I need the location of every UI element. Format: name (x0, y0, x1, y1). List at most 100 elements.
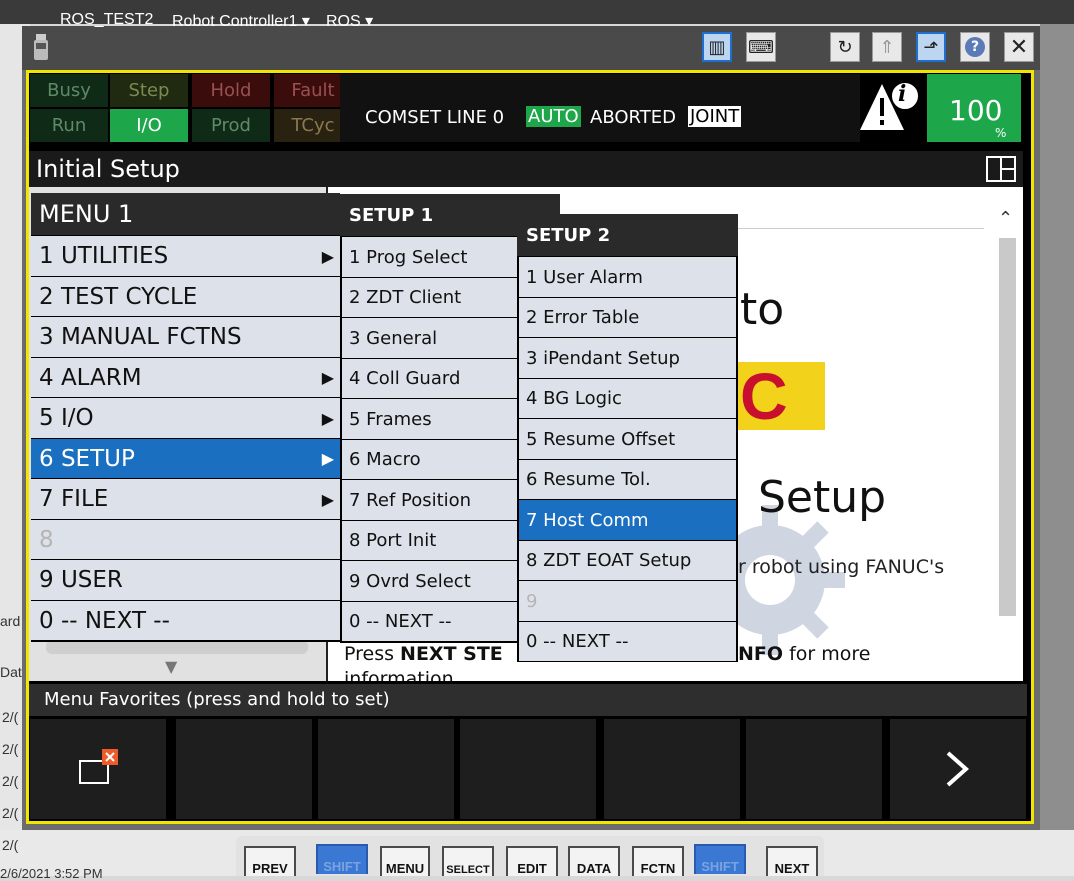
submenu-arrow-icon: ▶ (321, 246, 334, 266)
menu-item-file[interactable]: 7 FILE ▶ (31, 478, 340, 519)
setup2-item-host-comm[interactable]: 7 Host Comm (519, 499, 736, 540)
left-pane-scroll-track[interactable] (46, 640, 308, 654)
robot-description-text: r robot using FANUC's (738, 556, 945, 578)
info-glyph: i (898, 81, 907, 107)
menu-1: MENU 1 1 UTILITIES ▶ 2 TEST CYCLE 3 MANUA… (31, 193, 340, 642)
menu-item-io[interactable]: 5 I/O ▶ (31, 397, 340, 438)
menu-key[interactable]: MENU (380, 846, 430, 876)
data-key[interactable]: DATA (568, 846, 620, 876)
desktop-edge-text: 2/( (2, 837, 19, 853)
shift-key-left[interactable]: SHIFT (316, 844, 368, 874)
desktop-edge-text: 2/( (2, 741, 19, 757)
favorite-slot-1[interactable] (30, 719, 166, 819)
press-next-bold: NEXT STE (400, 643, 503, 665)
setup2-item-resume-tol[interactable]: 6 Resume Tol. (519, 459, 736, 499)
keyboard-button[interactable]: ⌨ (746, 32, 776, 62)
setup2-item-next[interactable]: 0 -- NEXT -- (519, 621, 736, 661)
fanuc-logo-letter: C (740, 359, 788, 433)
pendant-view-button[interactable]: ▥ (702, 32, 732, 62)
scroll-down-icon[interactable]: ▼ (165, 657, 177, 676)
chevron-down-icon: ▾ (360, 13, 374, 30)
warning-info-icon[interactable]: i (858, 78, 922, 136)
menu-item-label: 3 MANUAL FCTNS (39, 324, 242, 350)
scroll-up-icon[interactable]: ⌃ (998, 208, 1013, 229)
menu-item-label: 7 FILE (39, 486, 109, 512)
setup2-item-9: 9 (519, 580, 736, 621)
submenu-arrow-icon: ▶ (321, 449, 334, 468)
setup-2-menu: SETUP 2 1 User Alarm 2 Error Table 3 iPe… (517, 214, 738, 662)
menu-item-label: 8 (39, 526, 54, 553)
menu-item-label: 1 UTILITIES (39, 243, 169, 269)
favorite-slot-4[interactable] (460, 719, 596, 819)
comset-line-text: COMSET LINE 0 (365, 107, 505, 128)
press-next-prefix: Press (344, 643, 401, 665)
menu-item-label: 9 USER (39, 567, 123, 593)
info-suffix: for more (783, 643, 871, 665)
menu-item-label: 2 TEST CYCLE (39, 283, 198, 310)
welcome-to-text: to (740, 284, 785, 335)
prev-key[interactable]: PREV (244, 846, 296, 876)
aborted-text: ABORTED (590, 107, 676, 128)
pop-out-button[interactable]: ⬏ (916, 32, 946, 62)
status-io: I/O (110, 109, 188, 142)
favorite-slot-6[interactable] (746, 719, 882, 819)
pop-out-icon: ⬏ (923, 36, 939, 58)
jog-button[interactable]: ⇑ (872, 32, 902, 62)
controller-dropdown[interactable]: Robot Controller1 ▾ (172, 11, 310, 31)
help-button[interactable]: ? (960, 32, 990, 62)
menu-item-label: 4 ALARM (39, 364, 142, 391)
close-icon: ✕ (1009, 34, 1029, 60)
menu-item-manual-fctns[interactable]: 3 MANUAL FCTNS (31, 316, 340, 357)
menu-item-next[interactable]: 0 -- NEXT -- (31, 600, 340, 640)
press-next-text: Press NEXT STE (344, 643, 503, 665)
menu-item-label: 6 SETUP (39, 445, 135, 472)
ros-dropdown[interactable]: ROS ▾ (326, 11, 373, 31)
setup2-item-user-alarm[interactable]: 1 User Alarm (519, 256, 736, 297)
status-busy: Busy (30, 74, 108, 107)
scrollbar-thumb[interactable] (999, 238, 1016, 616)
refresh-icon: ↻ (837, 36, 853, 58)
help-icon: ? (965, 37, 985, 57)
split-screen-icon[interactable] (986, 156, 1016, 182)
favorites-next-button[interactable] (890, 719, 1026, 819)
setup2-item-zdt-eoat-setup[interactable]: 8 ZDT EOAT Setup (519, 540, 736, 580)
menu-item-test-cycle[interactable]: 2 TEST CYCLE (31, 276, 340, 316)
next-key[interactable]: NEXT (766, 846, 818, 876)
chevron-down-icon: ▾ (297, 13, 310, 30)
info-more-text: NFO for more (738, 643, 870, 665)
setup2-item-ipendant-setup[interactable]: 3 iPendant Setup (519, 337, 736, 378)
desktop-timestamp: 2/6/2021 3:52 PM (0, 866, 103, 881)
page-title: Initial Setup (36, 155, 180, 183)
setup-2-title: SETUP 2 (517, 214, 738, 256)
favorite-slot-3[interactable] (318, 719, 454, 819)
teach-pendant-icon: ▥ (708, 36, 726, 58)
fctn-key[interactable]: FCTN (632, 846, 684, 876)
menu-1-title: MENU 1 (31, 193, 340, 235)
menu-item-user[interactable]: 9 USER (31, 559, 340, 600)
desktop-edge-text: 2/( (2, 709, 19, 725)
override-value: 100 (949, 94, 1003, 127)
setup2-item-error-table[interactable]: 2 Error Table (519, 297, 736, 337)
close-button[interactable]: ✕ (1004, 32, 1034, 62)
shift-key-right[interactable]: SHIFT (694, 844, 746, 874)
window-title: ROS_TEST2 (60, 11, 154, 28)
status-run: Run (30, 109, 108, 142)
edit-key[interactable]: EDIT (506, 846, 558, 876)
setup2-item-resume-offset[interactable]: 5 Resume Offset (519, 418, 736, 459)
controller-label: Robot Controller1 (172, 13, 298, 30)
menu-item-utilities[interactable]: 1 UTILITIES ▶ (31, 235, 340, 276)
refresh-button[interactable]: ↻ (830, 32, 860, 62)
override-indicator[interactable]: 100 % (927, 74, 1021, 142)
menu-item-label: 5 I/O (39, 405, 94, 431)
menu-item-alarm[interactable]: 4 ALARM ▶ (31, 357, 340, 397)
menu-item-setup[interactable]: 6 SETUP ▶ (31, 438, 340, 478)
jog-icon: ⇑ (879, 36, 895, 58)
select-key[interactable]: SELECT (442, 846, 494, 876)
desktop-edge-text: 2/( (2, 805, 19, 821)
auto-badge: AUTO (526, 106, 581, 127)
submenu-arrow-icon: ▶ (321, 368, 334, 387)
favorite-slot-5[interactable] (604, 719, 740, 819)
setup2-item-bg-logic[interactable]: 4 BG Logic (519, 378, 736, 418)
joint-badge: JOINT (688, 106, 742, 127)
favorite-slot-2[interactable] (176, 719, 312, 819)
